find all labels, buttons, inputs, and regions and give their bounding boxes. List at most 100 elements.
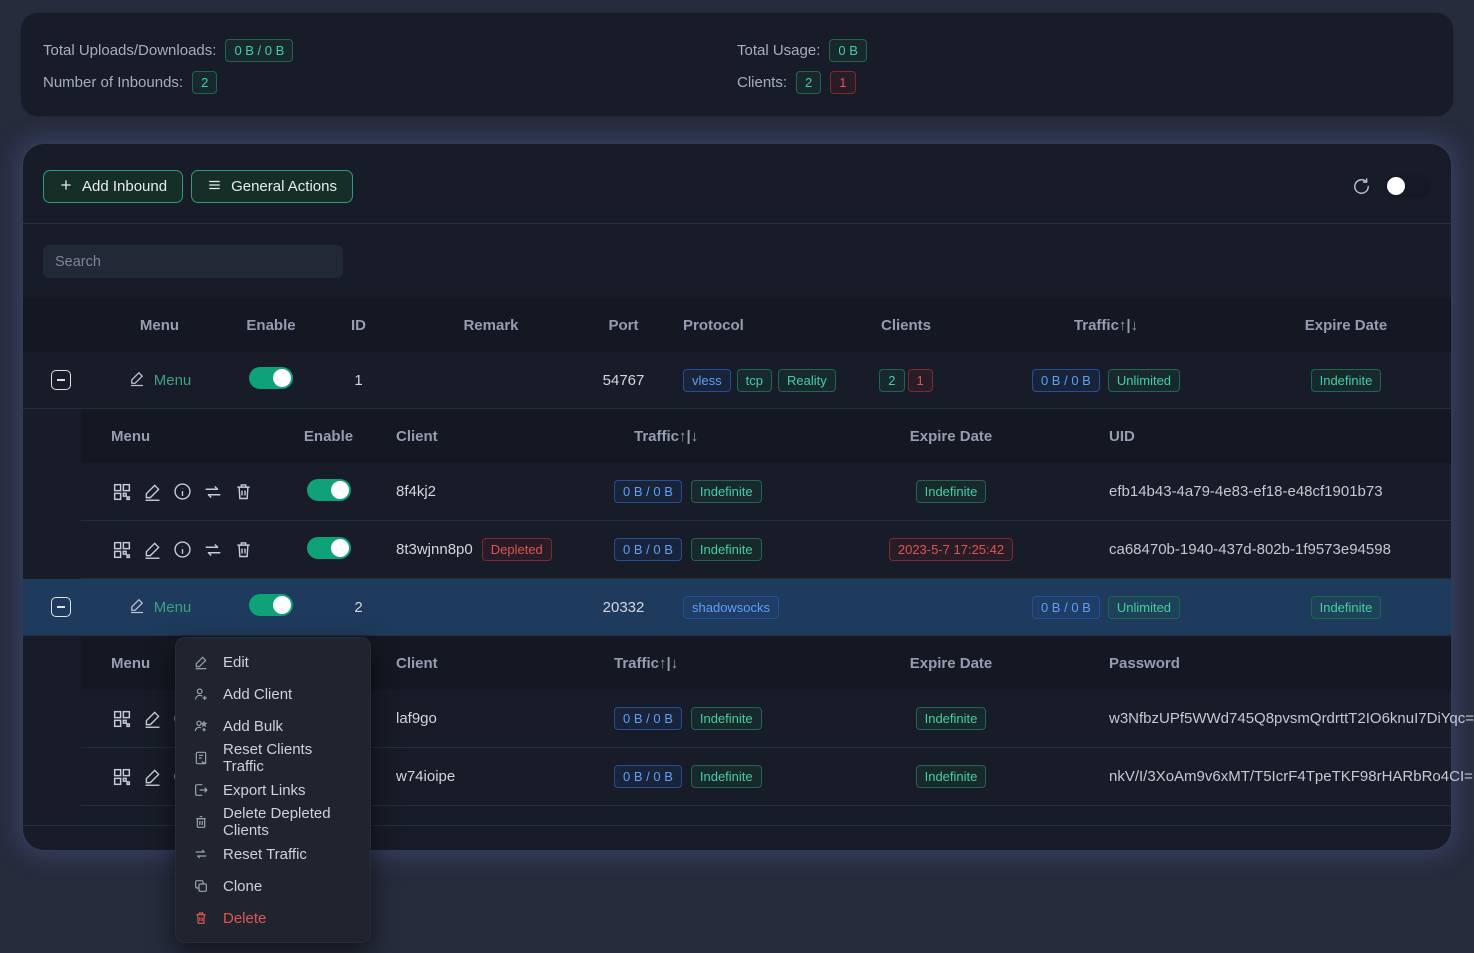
menu-item-add-bulk[interactable]: Add Bulk [176,710,370,742]
qrcode-icon[interactable] [111,539,133,561]
refresh-icon[interactable] [1352,177,1371,196]
header-protocol[interactable]: Protocol [661,317,841,334]
edit-client-icon[interactable] [142,708,163,729]
menu-item-label: Reset Traffic [223,846,307,863]
auto-refresh-toggle[interactable] [1385,175,1431,198]
row-menu-cell: Menu [98,369,221,391]
edit-icon [193,654,209,670]
sub-header-traffic[interactable]: Traffic↑|↓ [601,428,841,445]
menu-item-export-links[interactable]: Export Links [176,774,370,806]
add-client-icon [193,686,209,702]
qrcode-icon[interactable] [111,766,133,788]
stats-left-column: Total Uploads/Downloads: 0 B / 0 B Numbe… [43,38,737,91]
inbound-enable-toggle[interactable] [249,594,293,616]
clients-depleted-badge: 1 [830,71,855,94]
header-id[interactable]: ID [321,317,396,334]
qrcode-icon[interactable] [111,481,133,503]
header-traffic[interactable]: Traffic↑|↓ [971,317,1241,334]
client-traffic-cell: 0 B / 0 B Indefinite [601,765,841,788]
menu-item-reset-traffic[interactable]: Reset Traffic [176,838,370,870]
add-bulk-icon [193,718,209,734]
sub-header-client[interactable]: Client [376,428,601,445]
edit-client-icon[interactable] [142,539,163,560]
inbound-menu-button[interactable]: Menu [128,369,192,391]
info-icon[interactable] [172,481,193,502]
info-icon[interactable] [172,539,193,560]
add-inbound-label: Add Inbound [82,178,167,195]
inbound-menu-button[interactable]: Menu [128,596,192,618]
inbound-row-2: Menu 2 20332 shadowsocks 0 B / 0 B Unlim… [23,579,1451,636]
enable-cell [221,367,321,393]
inbound-enable-toggle[interactable] [249,367,293,389]
reset-traffic-icon [193,846,209,862]
total-usage-value: 0 B [829,39,867,62]
menu-item-delete[interactable]: Delete [176,902,370,934]
stats-card: Total Uploads/Downloads: 0 B / 0 B Numbe… [20,12,1454,117]
add-inbound-button[interactable]: Add Inbound [43,170,183,203]
header-port[interactable]: Port [586,317,661,334]
sub-header-client[interactable]: Client [376,655,601,672]
client-expire-tag: Indefinite [916,480,987,503]
client-uid: efb14b43-4a79-4e83-ef18-e48cf1901b73 [1061,483,1451,500]
delete-client-icon[interactable] [233,481,254,502]
qrcode-icon[interactable] [111,708,133,730]
inbound-menu-label: Menu [154,599,192,616]
inbound-row-1: Menu 1 54767 vless tcp Reality 2 1 0 B /… [23,352,1451,409]
minus-icon [57,606,65,608]
client-expire-cell: Indefinite [841,480,1061,503]
collapse-row-button[interactable] [51,370,71,390]
edit-client-icon[interactable] [142,766,163,787]
search-input[interactable] [43,245,343,278]
client-name: 8f4kj2 [376,483,601,500]
clients-cell: 2 1 [841,369,971,392]
menu-item-edit[interactable]: Edit [176,646,370,678]
toggle-knob [273,369,291,387]
reset-traffic-icon[interactable] [202,481,224,503]
client-expire-tag: 2023-5-7 17:25:42 [889,538,1013,561]
client-uid: ca68470b-1940-437d-802b-1f9573e94598 [1061,541,1451,558]
client-traffic-limit-tag: Indefinite [691,480,762,503]
menu-item-clone[interactable]: Clone [176,870,370,902]
id-cell: 1 [321,372,396,389]
sub-header-expire[interactable]: Expire Date [841,428,1061,445]
sub-header-enable: Enable [281,428,376,445]
toolbar: Add Inbound General Actions [23,170,1451,203]
toggle-knob [331,481,349,499]
traffic-cell: 0 B / 0 B Unlimited [971,596,1241,619]
reset-traffic-icon[interactable] [202,539,224,561]
total-uploads-downloads: Total Uploads/Downloads: 0 B / 0 B [43,38,737,62]
enable-cell [221,594,321,620]
edit-client-icon[interactable] [142,481,163,502]
total-uploads-value: 0 B / 0 B [225,39,293,62]
port-cell: 20332 [586,599,661,616]
header-menu[interactable]: Menu [98,317,221,334]
header-enable[interactable]: Enable [221,317,321,334]
id-cell: 2 [321,599,396,616]
header-expire-date[interactable]: Expire Date [1241,317,1451,334]
header-remark[interactable]: Remark [396,317,586,334]
export-links-icon [193,782,209,798]
sub-header-traffic[interactable]: Traffic↑|↓ [601,655,841,672]
client-enable-toggle[interactable] [307,537,351,559]
clients-count: Clients: 2 1 [737,70,1431,94]
sub-header-expire[interactable]: Expire Date [841,655,1061,672]
client-traffic-cell: 0 B / 0 B Indefinite [601,538,841,561]
expire-cell: Indefinite [1241,369,1451,392]
delete-client-icon[interactable] [233,539,254,560]
menu-item-add-client[interactable]: Add Client [176,678,370,710]
number-of-inbounds: Number of Inbounds: 2 [43,70,737,94]
total-uploads-label: Total Uploads/Downloads: [43,42,216,59]
client-expire-tag: Indefinite [916,765,987,788]
sub-header-uid: UID [1061,428,1451,445]
general-actions-button[interactable]: General Actions [191,170,353,203]
client-expire-cell: Indefinite [841,765,1061,788]
toggle-knob [273,596,291,614]
menu-item-label: Export Links [223,782,306,799]
collapse-row-button[interactable] [51,597,71,617]
client-enable-toggle[interactable] [307,479,351,501]
menu-item-delete-depleted-clients[interactable]: Delete Depleted Clients [176,806,370,838]
menu-item-reset-clients-traffic[interactable]: Reset Clients Traffic [176,742,370,774]
client-traffic-limit-tag: Indefinite [691,538,762,561]
header-clients[interactable]: Clients [841,317,971,334]
row-menu-cell: Menu [98,596,221,618]
